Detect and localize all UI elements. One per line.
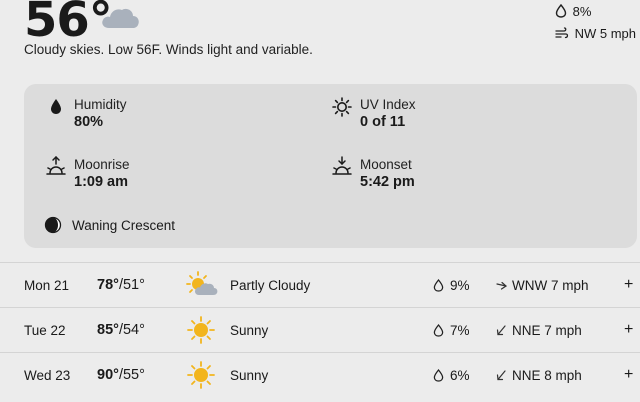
current-wind: NW 5 mph [554,22,636,44]
forecast-day: Wed 23 [24,367,71,383]
forecast-precip: 7% [433,308,470,352]
current-precip: 8% [555,0,636,22]
forecast-precip-value: 7% [450,322,470,338]
moonrise-value: 1:09 am [74,174,129,190]
current-precip-value: 8% [572,3,592,19]
moonrise-icon [46,155,66,175]
forecast-row-tue[interactable]: Tue 22 85°/54° Sunny 7% NNE 7 mph + [0,308,640,352]
expand-button[interactable]: + [624,263,633,307]
wind-direction-icon [496,281,507,290]
uv-icon [332,97,352,117]
forecast-day: Tue 22 [24,322,66,338]
humidity-icon [51,99,61,114]
forecast-wind: NNE 7 mph [496,308,582,352]
forecast-low: 54° [122,322,145,338]
forecast-low: 51° [122,277,145,293]
cloud-icon [100,4,140,35]
wind-icon [554,27,568,39]
forecast-day: Mon 21 [24,277,70,293]
sunny-icon [184,353,218,397]
details-card: Humidity 80% UV Index 0 of 11 Moonrise 1… [24,84,637,248]
forecast-wind: WNW 7 mph [496,263,589,307]
partly-cloudy-icon [184,263,220,307]
waning-crescent-icon [44,216,62,234]
forecast-temps: 78°/51° [97,277,145,293]
forecast-high: 78° [97,277,119,293]
forecast-high: 90° [97,367,119,383]
moon-phase-label: Waning Crescent [72,217,176,233]
forecast-temps: 90°/55° [97,367,145,383]
current-temperature: 56° [24,0,113,48]
forecast-row-wed[interactable]: Wed 23 90°/55° Sunny 6% NNE 8 mph + [0,353,640,397]
humidity-stat: Humidity 80% [44,96,127,132]
current-wind-value: NW 5 mph [574,25,636,41]
expand-button[interactable]: + [624,308,633,352]
forecast-description: Cloudy skies. Low 56F. Winds light and v… [24,42,313,57]
moonset-label: Moonset [360,157,412,172]
expand-button[interactable]: + [624,353,633,397]
moonset-stat: Moonset 5:42 pm [330,156,415,192]
forecast-low: 55° [122,367,145,383]
raindrop-icon [555,4,566,18]
moonset-value: 5:42 pm [360,174,415,190]
raindrop-icon [433,278,444,292]
forecast-condition: Sunny [230,322,269,338]
humidity-value: 80% [74,114,104,130]
forecast-wind-value: NNE 7 mph [512,322,582,338]
moon-phase: Waning Crescent [44,216,175,234]
forecast-temps: 85°/54° [97,322,145,338]
forecast-precip-value: 9% [450,277,470,293]
forecast-wind-value: NNE 8 mph [512,367,582,383]
forecast-precip: 6% [433,353,470,397]
uv-label: UV Index [360,97,416,112]
humidity-label: Humidity [74,97,127,112]
raindrop-icon [433,323,444,337]
moonset-icon [332,156,352,175]
raindrop-icon [433,368,444,382]
moonrise-label: Moonrise [74,157,130,172]
forecast-condition: Sunny [230,367,269,383]
forecast-precip: 9% [433,263,470,307]
uv-stat: UV Index 0 of 11 [330,96,416,132]
forecast-wind-value: WNW 7 mph [512,277,589,293]
sunny-icon [184,308,218,352]
forecast-wind: NNE 8 mph [496,353,582,397]
current-extras: 8% NW 5 mph [554,0,636,44]
uv-value: 0 of 11 [360,114,406,130]
forecast-high: 85° [97,322,119,338]
forecast-condition: Partly Cloudy [230,277,311,293]
wind-direction-icon [496,324,506,335]
forecast-row-mon[interactable]: Mon 21 78°/51° Partly Cloudy 9% WNW 7 mp… [0,263,640,307]
moonrise-stat: Moonrise 1:09 am [44,155,130,192]
wind-direction-icon [496,369,506,380]
forecast-precip-value: 6% [450,367,470,383]
